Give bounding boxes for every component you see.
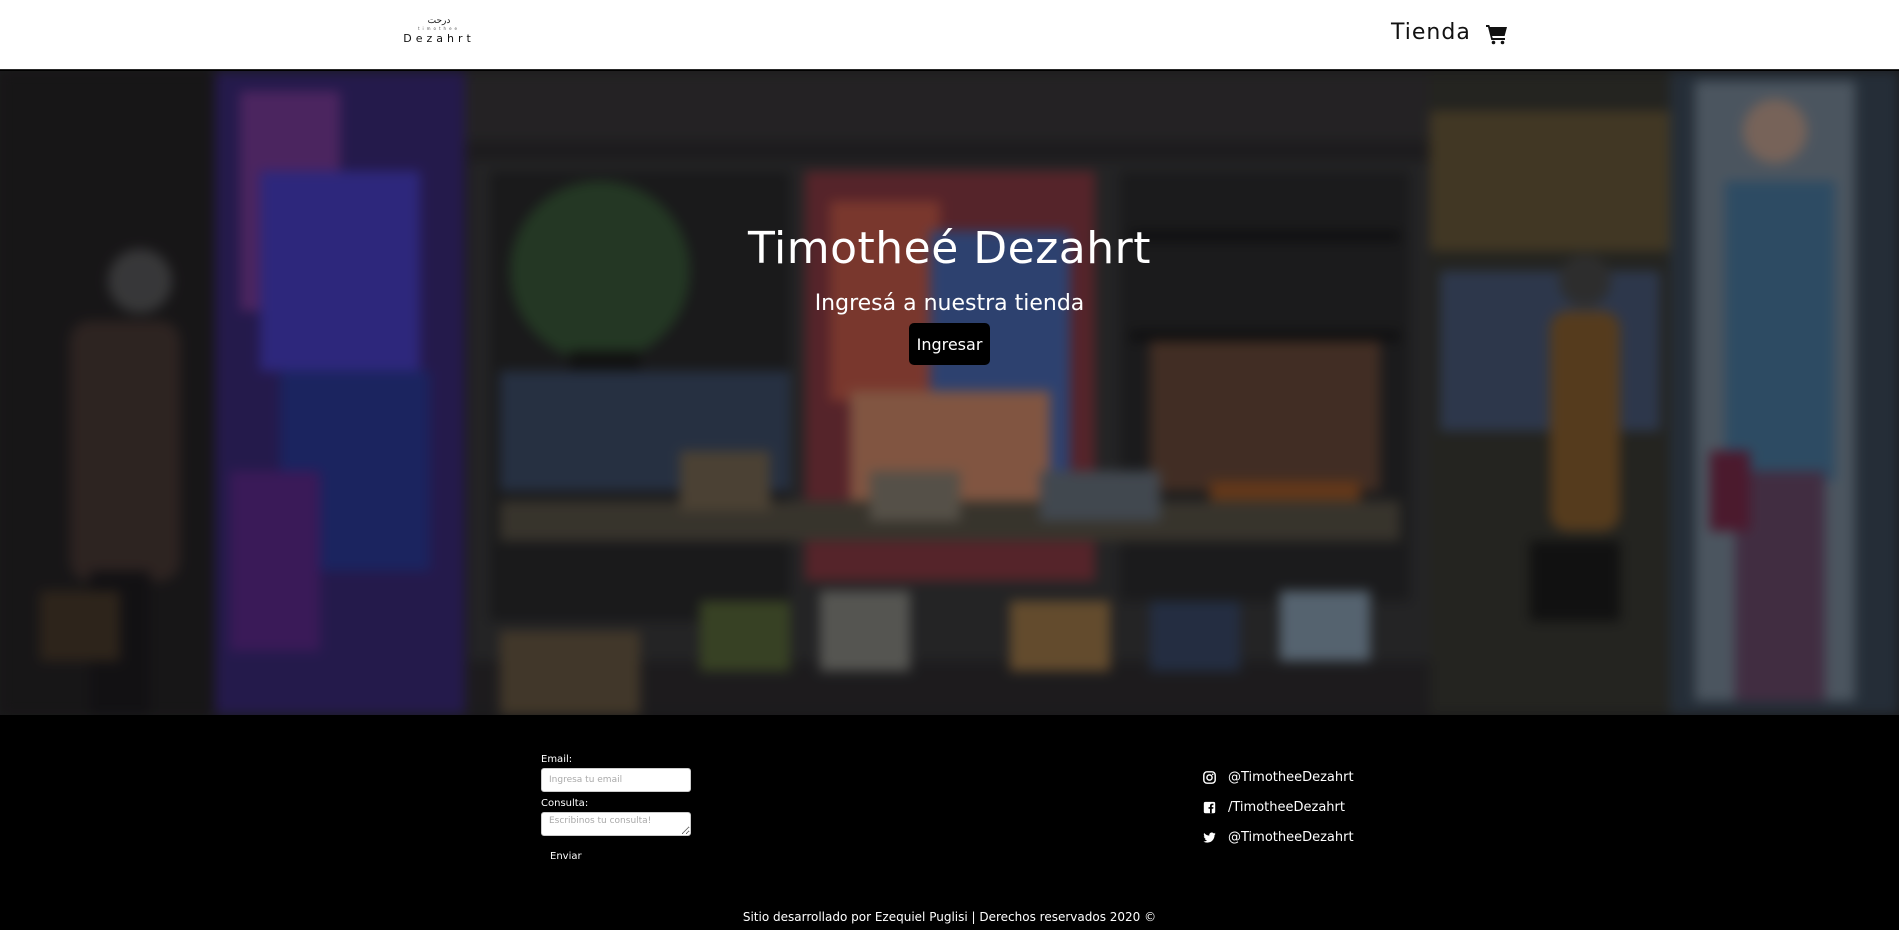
- nav-link-tienda[interactable]: Tienda: [1391, 20, 1471, 45]
- site-header: ﺩﺭﺣﺖ timothee Dezahrt Tienda: [0, 0, 1899, 70]
- social-label: @TimotheeDezahrt: [1228, 769, 1354, 785]
- logo-mark: ﺩﺭﺣﺖ: [427, 16, 451, 26]
- hero-overlay: [0, 71, 1899, 715]
- hero-section: Timotheé Dezahrt Ingresá a nuestra tiend…: [0, 71, 1899, 715]
- consulta-label: Consulta:: [541, 798, 589, 809]
- email-label: Email:: [541, 754, 573, 765]
- social-label: @TimotheeDezahrt: [1228, 829, 1354, 845]
- site-footer: Email: Consulta: Enviar @TimotheeDezahrt…: [0, 715, 1899, 930]
- social-links: @TimotheeDezahrt /TimotheeDezahrt @Timot…: [1203, 762, 1354, 852]
- brand-logo[interactable]: ﺩﺭﺣﺖ timothee Dezahrt: [402, 16, 476, 52]
- instagram-icon: [1203, 770, 1216, 784]
- email-field[interactable]: [541, 768, 691, 792]
- consulta-field[interactable]: [541, 812, 691, 836]
- social-item-instagram[interactable]: @TimotheeDezahrt: [1203, 762, 1354, 792]
- send-button[interactable]: Enviar: [541, 847, 591, 866]
- copyright-text: Sitio desarrollado por Ezequiel Puglisi …: [742, 910, 1157, 924]
- logo-name: Dezahrt: [403, 32, 475, 45]
- contact-form: Email: Consulta: Enviar: [541, 754, 701, 866]
- social-item-facebook[interactable]: /TimotheeDezahrt: [1203, 792, 1354, 822]
- shopping-cart-icon[interactable]: [1485, 22, 1509, 46]
- enter-store-button[interactable]: Ingresar: [909, 323, 990, 365]
- social-label: /TimotheeDezahrt: [1228, 799, 1345, 815]
- twitter-icon: [1203, 832, 1216, 843]
- social-item-twitter[interactable]: @TimotheeDezahrt: [1203, 822, 1354, 852]
- hero-title: Timotheé Dezahrt: [747, 223, 1152, 274]
- hero-subtitle: Ingresá a nuestra tienda: [814, 291, 1085, 316]
- facebook-icon: [1203, 801, 1216, 813]
